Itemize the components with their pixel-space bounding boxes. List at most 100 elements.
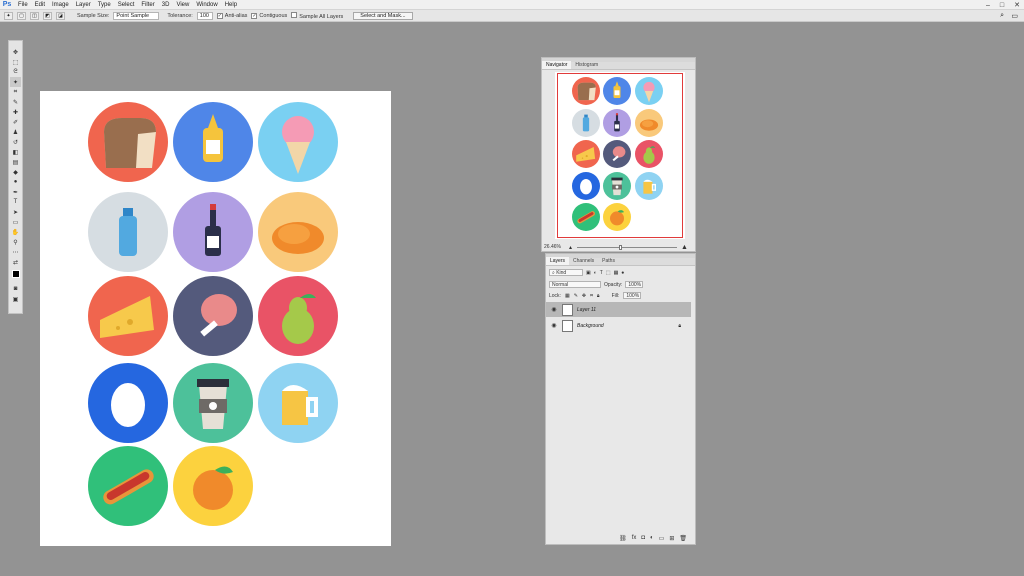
lasso-tool-icon[interactable]: ᘓ	[10, 67, 21, 77]
subtract-selection-icon[interactable]: ◩	[43, 11, 52, 20]
sample-size-select[interactable]: Point Sample	[113, 11, 160, 20]
filter-type-icon[interactable]: T	[600, 270, 603, 276]
beer-icon	[258, 363, 338, 443]
tab-layers[interactable]: Layers	[546, 257, 570, 265]
brush-tool-icon[interactable]: ✐	[10, 117, 21, 127]
stamp-tool-icon[interactable]: ♟	[10, 127, 21, 137]
fill-input[interactable]: 100%	[623, 292, 642, 299]
menu-layer[interactable]: Layer	[76, 2, 91, 8]
path-select-icon[interactable]: ➤	[10, 207, 21, 217]
zoom-slider[interactable]	[577, 247, 677, 248]
add-selection-icon[interactable]: ◫	[30, 11, 39, 20]
menu-3d[interactable]: 3D	[162, 2, 170, 8]
eyedropper-tool-icon[interactable]: ✎	[10, 97, 21, 107]
blur-tool-icon[interactable]: ◆	[10, 167, 21, 177]
add-mask-icon[interactable]: ◘	[641, 535, 645, 541]
new-layer-icon[interactable]: ⊞	[669, 535, 674, 542]
intersect-selection-icon[interactable]: ◪	[56, 11, 65, 20]
zoom-slider-thumb[interactable]	[619, 245, 622, 250]
menu-type[interactable]: Type	[98, 2, 111, 8]
magic-wand-tool-icon[interactable]: ✦	[10, 77, 21, 87]
navigator-view-box[interactable]	[557, 73, 683, 238]
magic-wand-icon[interactable]: ✦	[4, 11, 13, 20]
menu-help[interactable]: Help	[225, 2, 237, 8]
dodge-tool-icon[interactable]: ●	[10, 177, 21, 187]
crop-tool-icon[interactable]: ⌗	[10, 87, 21, 97]
layer-row[interactable]: ◉ Layer 11	[546, 302, 691, 317]
icecream-icon	[258, 102, 338, 182]
foreground-color-swatch[interactable]	[11, 270, 20, 278]
tab-histogram[interactable]: Histogram	[571, 61, 602, 69]
anti-alias-checkbox[interactable]: ✓ Anti-alias	[216, 12, 247, 19]
eye-icon[interactable]: ◉	[550, 306, 558, 313]
layer-name[interactable]: Layer 11	[577, 307, 596, 313]
zoom-out-icon[interactable]: ▴	[569, 244, 572, 251]
tab-paths[interactable]: Paths	[598, 257, 619, 265]
sample-size-label: Sample Size:	[77, 12, 110, 19]
new-group-icon[interactable]: ▭	[659, 535, 665, 542]
layer-row[interactable]: ◉ Background 🔒︎	[546, 318, 691, 333]
roast-chicken-icon	[258, 192, 338, 272]
sample-all-layers-checkbox[interactable]: Sample All Layers	[291, 11, 343, 20]
orange-icon	[173, 446, 253, 526]
lock-artboard-icon[interactable]: ⌗	[590, 293, 593, 299]
shape-tool-icon[interactable]: ▭	[10, 217, 21, 227]
document-canvas[interactable]	[40, 91, 391, 546]
move-tool-icon[interactable]: ✥	[10, 47, 21, 57]
contiguous-checkbox[interactable]: ✓ Contiguous	[251, 12, 287, 19]
blend-mode-select[interactable]: Normal	[549, 281, 601, 288]
delete-layer-icon[interactable]: 🗑︎	[679, 535, 687, 542]
healing-tool-icon[interactable]: ✚	[10, 107, 21, 117]
eraser-tool-icon[interactable]: ◧	[10, 147, 21, 157]
lock-image-icon[interactable]: ✎	[574, 293, 578, 299]
close-button[interactable]: ✕	[1014, 1, 1020, 9]
navigator-zoom[interactable]: 26.46%	[544, 244, 561, 250]
maximize-button[interactable]: □	[1000, 2, 1004, 9]
menu-window[interactable]: Window	[196, 2, 217, 8]
layer-name[interactable]: Background	[577, 323, 604, 329]
menu-file[interactable]: File	[18, 2, 28, 8]
link-layers-icon[interactable]: ⛓	[619, 535, 627, 542]
menu-select[interactable]: Select	[118, 2, 135, 8]
unchecked-box	[291, 11, 298, 18]
minimize-button[interactable]: –	[986, 2, 990, 9]
gradient-tool-icon[interactable]: ▤	[10, 157, 21, 167]
tab-channels[interactable]: Channels	[569, 257, 598, 265]
marquee-tool-icon[interactable]: ⬚	[10, 57, 21, 67]
filter-smart-icon[interactable]: ▦	[614, 270, 619, 276]
wine-icon	[173, 192, 253, 272]
workspace-icon[interactable]: ▭	[1011, 12, 1018, 20]
lock-transparent-icon[interactable]: ▦	[565, 293, 570, 299]
filter-toggle-icon[interactable]: ●	[621, 270, 624, 276]
menu-image[interactable]: Image	[52, 2, 69, 8]
zoom-tool-icon[interactable]: ⚲	[10, 237, 21, 247]
type-tool-icon[interactable]: T	[10, 197, 21, 207]
search-icon[interactable]: ⌕	[1000, 12, 1004, 20]
zoom-in-icon[interactable]: ▲	[681, 244, 688, 251]
filter-shape-icon[interactable]: ⬚	[606, 270, 611, 276]
fx-icon[interactable]: fx	[632, 535, 637, 541]
filter-pixel-icon[interactable]: ▣	[586, 270, 591, 276]
select-and-mask-button[interactable]: Select and Mask...	[353, 11, 413, 20]
history-brush-icon[interactable]: ↺	[10, 137, 21, 147]
pen-tool-icon[interactable]: ✒	[10, 187, 21, 197]
tolerance-input[interactable]: 100	[196, 11, 213, 20]
screen-mode-icon[interactable]: ▣	[10, 294, 21, 304]
more-tools-icon[interactable]: ⋯	[10, 247, 21, 257]
check-icon: ✓	[216, 12, 223, 19]
menu-filter[interactable]: Filter	[141, 2, 154, 8]
swap-colors-icon[interactable]: ⇄	[10, 257, 21, 267]
eye-icon[interactable]: ◉	[550, 322, 558, 329]
filter-kind-select[interactable]: ⌕ Kind	[549, 269, 583, 276]
new-selection-icon[interactable]: ▢	[17, 11, 26, 20]
menu-edit[interactable]: Edit	[35, 2, 45, 8]
opacity-input[interactable]: 100%	[625, 281, 644, 288]
hand-tool-icon[interactable]: ✋	[10, 227, 21, 237]
adjustment-layer-icon[interactable]: ◐	[650, 535, 654, 541]
quick-mask-icon[interactable]: ◙	[10, 284, 21, 294]
lock-all-icon[interactable]: 🔒︎	[597, 293, 600, 299]
tab-navigator[interactable]: Navigator	[542, 61, 572, 69]
filter-adjust-icon[interactable]: ◐	[594, 270, 597, 276]
lock-position-icon[interactable]: ✥	[582, 293, 586, 299]
menu-view[interactable]: View	[176, 2, 189, 8]
